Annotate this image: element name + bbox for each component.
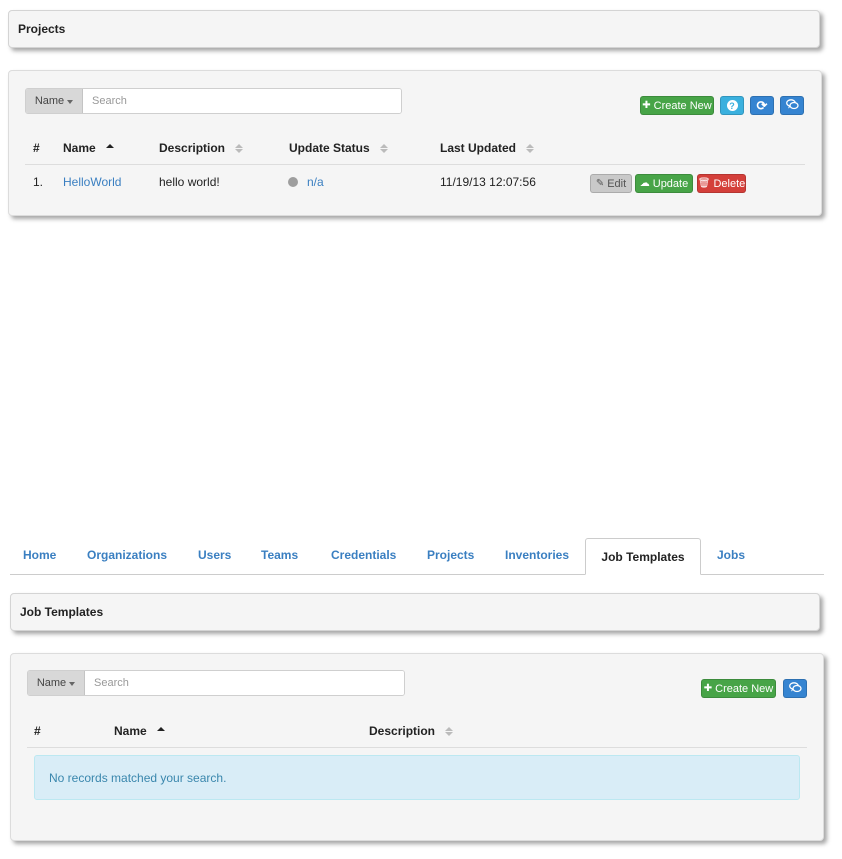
help-button[interactable]: ? — [720, 96, 744, 115]
create-new-label: Create New — [653, 99, 712, 112]
search-field-label: Name — [34, 95, 65, 107]
tab-users[interactable]: Users — [198, 548, 231, 562]
column-header-name[interactable]: Name — [63, 141, 114, 155]
create-new-button[interactable]: ✚ Create New — [640, 96, 714, 115]
tab-job-templates[interactable]: Job Templates — [585, 538, 701, 575]
search-input[interactable] — [83, 89, 401, 113]
project-name-link[interactable]: HelloWorld — [63, 175, 121, 189]
last-updated: 11/19/13 12:07:56 — [440, 175, 536, 189]
cloud-download-icon: ☁ — [639, 178, 650, 189]
projects-search-group: Name — [25, 88, 402, 114]
caret-down-icon — [67, 99, 74, 104]
table-header-divider — [25, 164, 805, 165]
edit-button[interactable]: ✎ Edit — [590, 174, 632, 193]
comments-icon — [785, 98, 799, 113]
activity-stream-button[interactable] — [783, 679, 807, 698]
search-field-label: Name — [36, 677, 67, 689]
delete-button[interactable]: 🗑 Delete — [697, 174, 746, 193]
column-header-description[interactable]: Description — [369, 724, 454, 738]
table-header-divider — [27, 747, 807, 748]
status-dot-icon — [288, 177, 298, 187]
main-nav-tabs: Home Organizations Users Teams Credentia… — [10, 538, 824, 575]
refresh-icon: ⟳ — [756, 97, 768, 113]
sort-icon — [235, 143, 244, 153]
job-templates-search-group: Name — [27, 670, 405, 696]
update-button[interactable]: ☁ Update — [635, 174, 693, 193]
tab-jobs[interactable]: Jobs — [717, 548, 745, 562]
tab-teams[interactable]: Teams — [261, 548, 298, 562]
plus-icon: ✚ — [703, 683, 713, 694]
sort-icon — [379, 143, 388, 153]
update-status[interactable]: n/a — [288, 175, 324, 189]
plus-icon: ✚ — [642, 100, 651, 111]
sort-icon — [445, 726, 454, 736]
empty-results-message: No records matched your search. — [49, 770, 227, 785]
sort-ascending-icon — [156, 727, 165, 731]
tab-organizations[interactable]: Organizations — [87, 548, 167, 562]
search-field-select[interactable]: Name — [26, 89, 83, 113]
column-header-description[interactable]: Description — [159, 141, 244, 155]
project-description: hello world! — [159, 175, 220, 189]
column-header-index: # — [34, 724, 41, 738]
comments-icon — [788, 681, 802, 696]
activity-stream-button[interactable] — [780, 96, 804, 115]
tab-projects[interactable]: Projects — [427, 548, 474, 562]
refresh-button[interactable]: ⟳ — [750, 96, 774, 115]
column-header-index: # — [33, 141, 40, 155]
edit-icon: ✎ — [595, 178, 605, 189]
trash-icon: 🗑 — [697, 178, 711, 189]
column-header-name[interactable]: Name — [114, 724, 165, 738]
page-title: Projects — [18, 22, 66, 36]
column-header-update-status[interactable]: Update Status — [289, 141, 388, 155]
sort-ascending-icon — [105, 144, 114, 148]
status-link[interactable]: n/a — [307, 175, 324, 189]
help-icon: ? — [726, 100, 738, 111]
sort-icon — [526, 143, 535, 153]
column-header-last-updated[interactable]: Last Updated — [440, 141, 535, 155]
projects-title-bar: Projects — [8, 10, 820, 48]
job-templates-title-bar: Job Templates — [10, 593, 820, 631]
caret-down-icon — [69, 681, 76, 686]
search-field-select[interactable]: Name — [28, 671, 85, 695]
tab-credentials[interactable]: Credentials — [331, 548, 396, 562]
row-index: 1. — [33, 175, 44, 189]
search-input[interactable] — [85, 671, 404, 695]
job-templates-panel: Name ✚ Create New # Name Description No … — [10, 653, 824, 841]
projects-panel: Name ✚ Create New ? ⟳ # Name Description… — [8, 70, 822, 216]
create-new-button[interactable]: ✚ Create New — [701, 679, 776, 698]
tab-inventories[interactable]: Inventories — [505, 548, 569, 562]
tab-home[interactable]: Home — [23, 548, 56, 562]
page-title: Job Templates — [20, 605, 104, 619]
empty-results-alert: No records matched your search. — [34, 755, 800, 800]
